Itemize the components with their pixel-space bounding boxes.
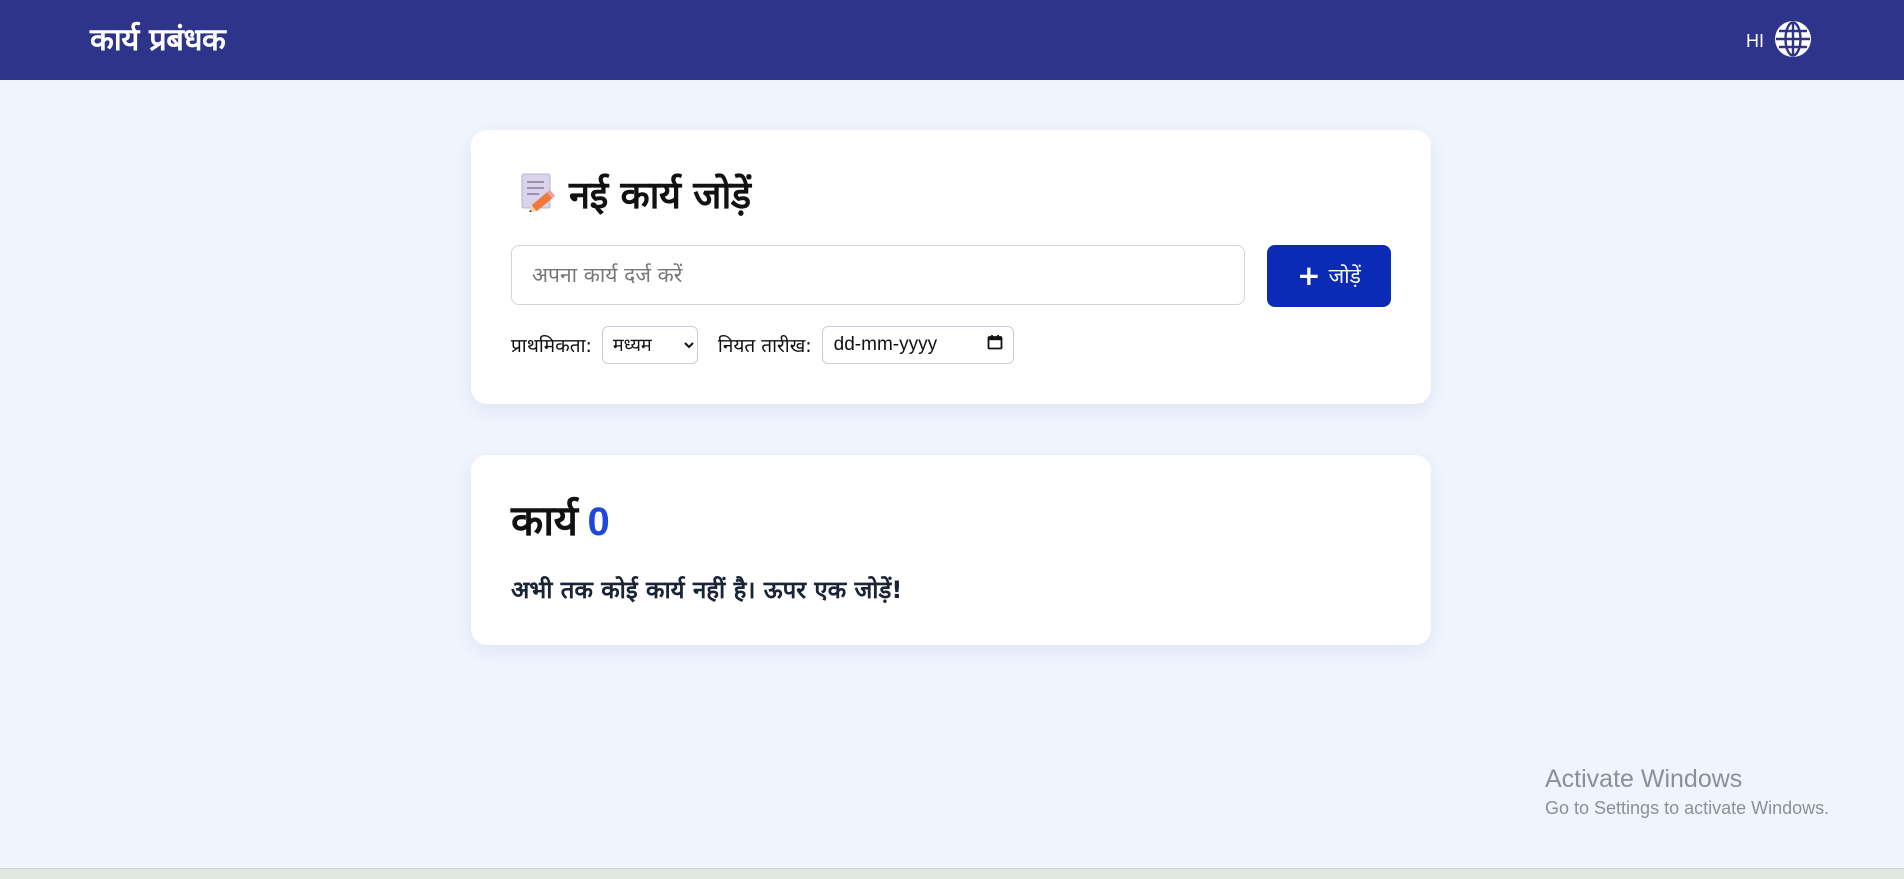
app-brand: कार्य प्रबंधक — [90, 22, 226, 58]
empty-state-message: अभी तक कोई कार्य नहीं है। ऊपर एक जोड़ें! — [511, 576, 903, 604]
plus-icon: + — [1297, 259, 1321, 292]
add-task-button-label: जोड़ें — [1328, 264, 1361, 288]
activate-windows-watermark: Activate Windows Go to Settings to activ… — [1545, 765, 1829, 819]
task-count: 0 — [587, 500, 610, 544]
add-task-card: नई कार्य जोड़ें + जोड़ें प्राथमिकता: मध्… — [471, 130, 1431, 404]
calendar-icon[interactable] — [987, 334, 1003, 356]
task-list-title: कार्य — [511, 496, 578, 545]
memo-icon — [519, 172, 557, 216]
watermark-line1: Activate Windows — [1545, 765, 1743, 793]
language-code: HI — [1746, 30, 1764, 51]
task-options-row: प्राथमिकता: मध्यम नियत तारीख: dd-mm-yyyy — [511, 326, 1014, 364]
due-date-input[interactable]: dd-mm-yyyy — [821, 326, 1014, 364]
task-list-heading: कार्य 0 — [511, 491, 610, 548]
top-navbar: कार्य प्रबंधक HI — [0, 0, 1904, 80]
priority-label: प्राथमिकता: — [511, 335, 592, 357]
add-task-title: नई कार्य जोड़ें — [569, 173, 751, 217]
task-list-card: कार्य 0 अभी तक कोई कार्य नहीं है। ऊपर एक… — [471, 455, 1431, 645]
add-task-button[interactable]: + जोड़ें — [1267, 245, 1391, 307]
due-date-label: नियत तारीख: — [717, 335, 812, 357]
add-task-heading: नई कार्य जोड़ें — [519, 168, 751, 220]
globe-icon — [1774, 20, 1812, 62]
watermark-line2: Go to Settings to activate Windows. — [1545, 798, 1830, 818]
due-date-placeholder: dd-mm-yyyy — [833, 334, 938, 355]
priority-select[interactable]: मध्यम — [601, 326, 698, 364]
task-input[interactable] — [511, 245, 1245, 305]
os-taskbar — [0, 868, 1904, 879]
language-switcher[interactable]: HI — [1746, 20, 1812, 62]
